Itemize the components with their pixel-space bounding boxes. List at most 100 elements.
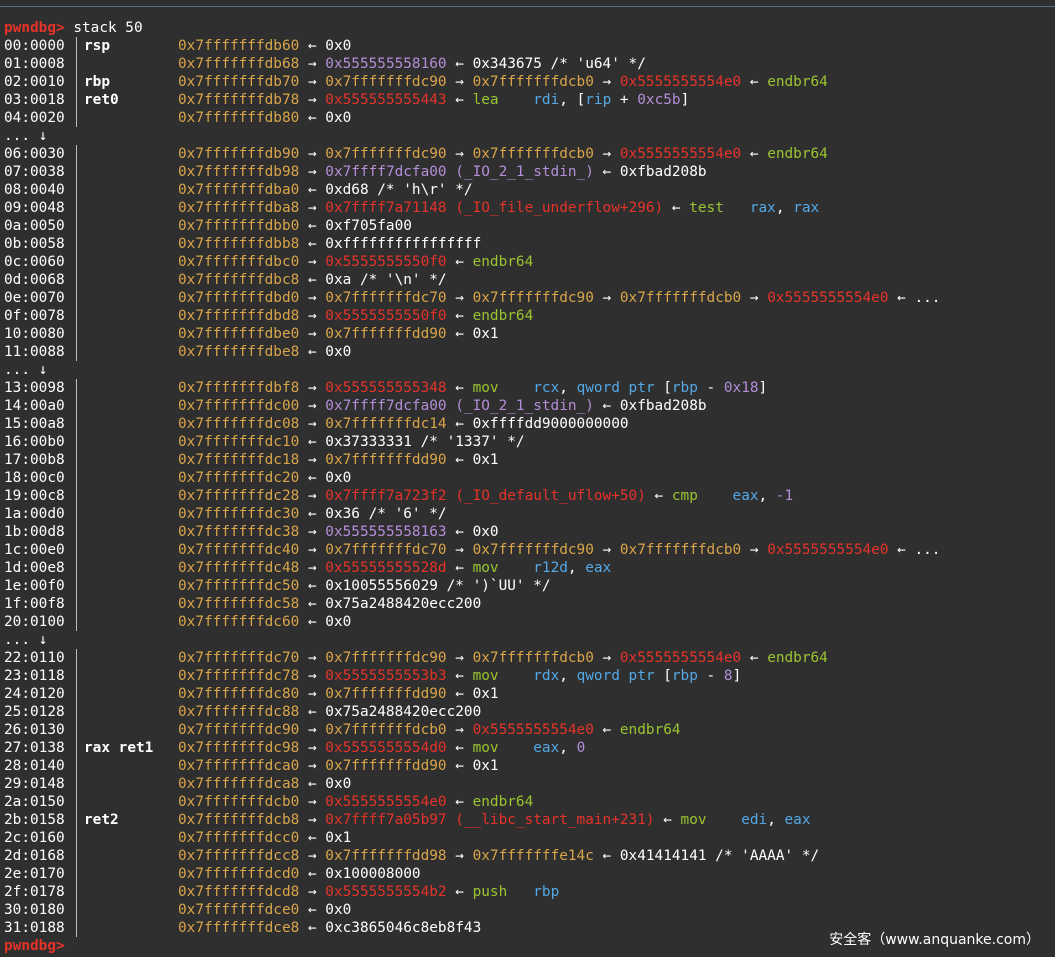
stack-token (707, 812, 742, 828)
stack-row: 09:0048 0x7fffffffdba8 → 0x7ffff7a71148 (… (4, 199, 1054, 217)
stack-token: → (299, 452, 326, 468)
stack-row: 1a:00d0 0x7fffffffdc30 ← 0x36 /* '6' */ (4, 505, 1054, 523)
stack-row: 1f:00f8 0x7fffffffdc58 ← 0x75a2488420ecc2… (4, 595, 1054, 613)
stack-token: → (741, 542, 768, 558)
stack-token: rbp (671, 380, 698, 396)
stack-token: 0x5555555554e0 (472, 722, 594, 738)
stack-token: ← (446, 560, 473, 576)
stack-token: 0x7fffffffdbe8 (178, 344, 300, 360)
stack-token: → (299, 542, 326, 558)
stack-token: 0x7ffff7dcfa00 (_IO_2_1_stdin_) (325, 164, 594, 180)
column-divider (76, 595, 77, 613)
stack-listing: 00:0000 rsp 0x7fffffffdb60 ← 0x0 01:0008 0x7… (4, 37, 1054, 937)
stack-token: rbp (671, 668, 698, 684)
stack-row: 23:0118 0x7fffffffdc78 → 0x5555555553b3 ←… (4, 667, 1054, 685)
stack-token: → (299, 758, 326, 774)
stack-row: 01:0008 0x7fffffffdb68 → 0x555555558160 ←… (4, 55, 1054, 73)
terminal[interactable]: pwndbg> stack 50 00:0000 rsp 0x7fffffffdb6… (4, 19, 1054, 955)
stack-token: 0x7ffff7a723f2 (_IO_default_uflow+50) (325, 488, 646, 504)
stack-token: 0xc5b (637, 92, 681, 108)
skip-marker: ... ↓ (4, 127, 1054, 145)
stack-token: endbr64 (767, 146, 828, 162)
stack-token: 0x7fffffffdcb0 (472, 146, 594, 162)
stack-token: ← 0x41414141 /* 'AAAA' */ (593, 848, 820, 864)
stack-token (499, 668, 534, 684)
stack-token: 0x7fffffffdc40 (178, 542, 300, 558)
stack-token: mov (680, 812, 707, 828)
stack-token: ] (732, 668, 742, 684)
stack-token: ← (741, 74, 768, 90)
stack-row: 2d:0168 0x7fffffffdcc8 → 0x7fffffffdd98 →… (4, 847, 1054, 865)
stack-token: , (758, 488, 776, 504)
stack-token: mov (472, 668, 499, 684)
stack-token: rcx (533, 380, 560, 396)
stack-token: cmp (671, 488, 698, 504)
stack-token: 0x7fffffffdb98 (178, 164, 300, 180)
stack-token: → (446, 74, 473, 90)
stack-token: 0x7fffffffdba0 (178, 182, 300, 198)
stack-token: 0x7fffffffdb68 (178, 56, 300, 72)
column-divider (76, 199, 77, 217)
stack-row: 0e:0070 0x7fffffffdbd0 → 0x7fffffffdc70 →… (4, 289, 1054, 307)
stack-token: ← (446, 668, 473, 684)
stack-token: 0x7fffffffdc18 (178, 452, 300, 468)
stack-token: → (593, 290, 620, 306)
stack-token: ← 0xa /* '\n' */ (299, 272, 447, 288)
stack-token: 0x7fffffffdb80 (178, 110, 300, 126)
stack-token: 0x7fffffffdd90 (325, 686, 447, 702)
stack-token: ← ... (888, 542, 941, 558)
column-divider (76, 829, 77, 847)
stack-token: rip (585, 92, 612, 108)
stack-index: 2d:0168 (4, 848, 65, 864)
stack-index: 17:00b8 (4, 452, 65, 468)
stack-index: 10:0080 (4, 326, 65, 342)
stack-token: mov (472, 380, 499, 396)
stack-index: 00:0000 (4, 38, 65, 54)
stack-token: edi (741, 812, 768, 828)
stack-token: [ (654, 668, 672, 684)
stack-token: 0x7fffffffdcb0 (619, 290, 742, 306)
stack-index: 04:0020 (4, 110, 65, 126)
top-border (0, 6, 1055, 7)
stack-token: 0x7fffffffdc98 (178, 740, 300, 756)
column-divider (76, 775, 77, 793)
stack-token: → (299, 74, 326, 90)
stack-token: 0x7fffffffe14c (472, 848, 594, 864)
stack-token: 0x7fffffffdd90 (325, 452, 447, 468)
stack-row: 14:00a0 0x7fffffffdc00 → 0x7ffff7dcfa00 (… (4, 397, 1054, 415)
stack-token: 0x7fffffffdc70 (178, 650, 300, 666)
stack-row: 27:0138 rax ret1 0x7fffffffdc98 → 0x555555… (4, 739, 1054, 757)
stack-token: 0x7fffffffdc70 (325, 542, 447, 558)
stack-index: 09:0048 (4, 200, 65, 216)
stack-token: 0x7fffffffdcb0 (178, 794, 300, 810)
stack-token: 0x5555555554b2 (325, 884, 447, 900)
stack-token: ← 0x0 (299, 38, 352, 54)
stack-token: 0x5555555554e0 (325, 794, 447, 810)
stack-token: - (697, 668, 724, 684)
stack-row: 20:0100 0x7fffffffdc60 ← 0x0 (4, 613, 1054, 631)
stack-token: 0x7fffffffdc78 (178, 668, 300, 684)
stack-token: 0x5555555550f0 (325, 308, 447, 324)
stack-token: → (299, 380, 326, 396)
stack-token: 0x5555555554e0 (767, 290, 889, 306)
stack-token: , (775, 200, 794, 216)
stack-token: qword ptr (576, 380, 655, 396)
stack-token: rax (793, 200, 820, 216)
column-divider (76, 559, 77, 577)
stack-token: → (593, 542, 620, 558)
stack-row: 29:0148 0x7fffffffdca8 ← 0x0 (4, 775, 1054, 793)
stack-row: 0c:0060 0x7fffffffdbc0 → 0x5555555550f0 ←… (4, 253, 1054, 271)
stack-index: 28:0140 (4, 758, 65, 774)
stack-token: ← 0x0 (299, 776, 352, 792)
stack-index: 30:0180 (4, 902, 65, 918)
stack-token: ← (741, 146, 768, 162)
stack-row: 03:0018 ret0 0x7fffffffdb78 → 0x5555555554… (4, 91, 1054, 109)
column-divider (76, 847, 77, 865)
stack-token: ← 0x75a2488420ecc200 (299, 596, 482, 612)
stack-token: , (559, 380, 577, 396)
stack-token: 0x7fffffffdc30 (178, 506, 300, 522)
stack-token: ← 0x1 (446, 758, 499, 774)
column-divider (76, 757, 77, 775)
register-label: rsp (84, 38, 110, 54)
stack-row: 07:0038 0x7fffffffdb98 → 0x7ffff7dcfa00 (… (4, 163, 1054, 181)
